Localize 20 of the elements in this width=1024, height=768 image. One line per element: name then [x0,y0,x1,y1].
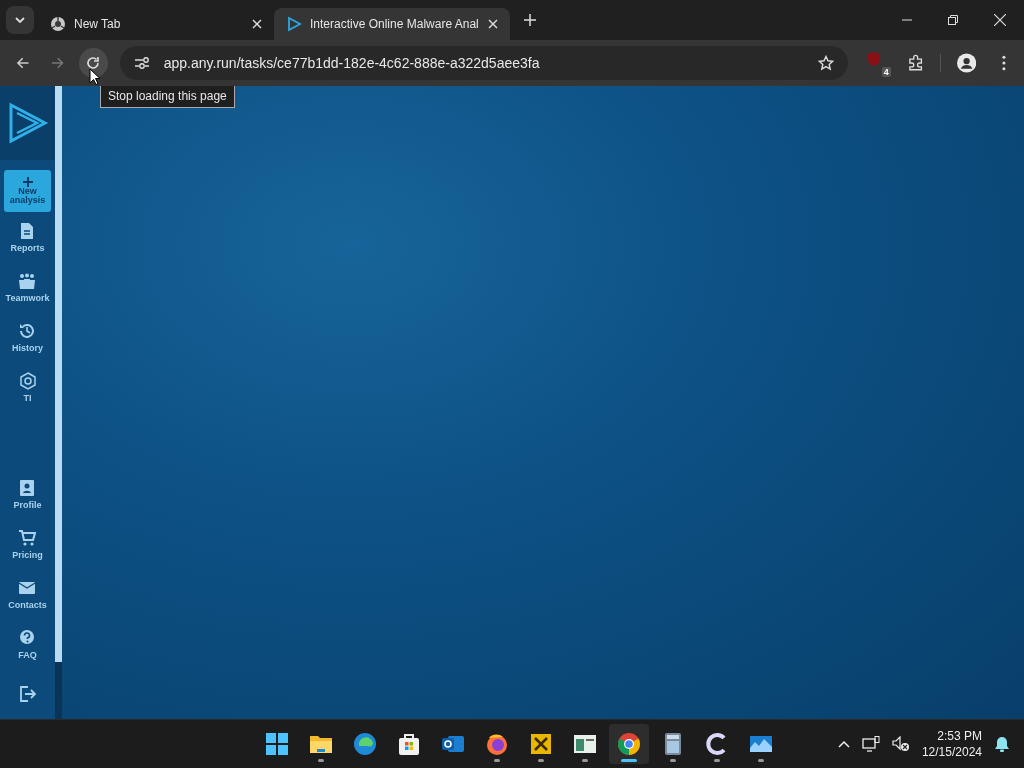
new-analysis-button[interactable]: New analysis [4,170,51,212]
sidebar-item[interactable]: Pricing [12,519,43,569]
sidebar-item[interactable]: Reports [10,212,45,262]
browser-tab[interactable]: New Tab [38,8,274,40]
sidebar-item[interactable]: Contacts [8,569,47,619]
date-text: 12/15/2024 [921,744,982,760]
sidebar-item[interactable]: Profile [13,469,42,519]
tab-title: Interactive Online Malware Anal [310,17,480,31]
address-bar[interactable]: app.any.run/tasks/ce77b1dd-182e-4c62-888e-a322d5aee3fa [119,46,848,80]
sidebar-item[interactable]: TI [18,362,37,412]
clock[interactable]: 2:53 PM 12/15/2024 [921,728,982,760]
url-text: app.any.run/tasks/ce77b1dd-182e-4c62-888e-a322d5aee3fa [163,55,540,71]
tooltip: Stop loading this page [100,86,235,108]
browser-tab[interactable]: Interactive Online Malware Anal [274,8,510,40]
sidebar-item[interactable]: Teamwork [5,262,50,312]
sidebar-item[interactable]: FAQ [18,619,37,669]
tab-title: New Tab [74,17,122,31]
sidebar-item[interactable]: History [12,312,43,362]
time-text: 2:53 PM [937,728,982,744]
count-badge: 4 [881,67,891,77]
